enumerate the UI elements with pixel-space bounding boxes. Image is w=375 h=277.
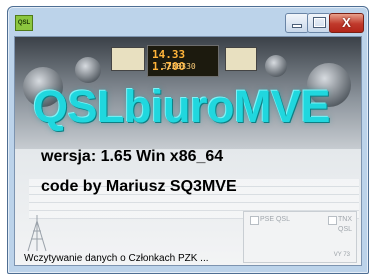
antenna-icon [27, 215, 47, 252]
checkbox-icon [250, 216, 259, 225]
app-icon: QSL [15, 15, 33, 31]
version-text: wersja: 1.65 Win x86_64 [41, 148, 224, 165]
maximize-icon [314, 18, 325, 27]
radio-knob [75, 57, 101, 83]
vy73-label: VY 73 [333, 252, 350, 258]
loading-status: Wczytywanie danych o Członkach PZK ... [24, 253, 209, 264]
radio-frequency-display: 14.33 1.700 3238330 [147, 45, 219, 77]
app-title: QSLbiuroMVE [33, 81, 331, 132]
qsl-confirmation-box: PSE QSL TNX QSL VY 73 [243, 211, 357, 263]
radio-knob [265, 55, 287, 77]
minimize-icon [293, 25, 301, 27]
pse-qsl-label: PSE QSL [260, 216, 290, 223]
close-button[interactable]: X [329, 13, 364, 33]
radio-meter [111, 47, 145, 71]
author-text: code by Mariusz SQ3MVE [41, 178, 237, 195]
title-bar[interactable]: QSL X [8, 7, 368, 37]
maximize-button[interactable] [307, 13, 331, 33]
minimize-button[interactable] [285, 13, 309, 33]
radio-meter [225, 47, 257, 71]
checkbox-icon [328, 216, 337, 225]
tnx-qsl-label: TNX QSL [338, 216, 353, 233]
splash-content: 14.33 1.700 3238330 PSE QSL TNX QSL VY 7… [14, 36, 362, 266]
close-icon: X [342, 15, 351, 30]
radio-subfrequency: 3238330 [162, 62, 196, 71]
